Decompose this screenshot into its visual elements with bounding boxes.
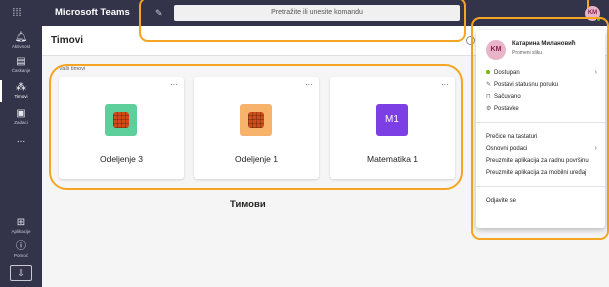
more-icon: ... <box>16 134 26 145</box>
help-icon: ⓘ <box>16 241 26 252</box>
bookmark-icon: ⊓ <box>486 94 491 100</box>
divider <box>476 122 605 123</box>
settings-item[interactable]: ⚙ Postavke <box>486 105 519 113</box>
profile-menu: KM Катарина Милановић Promeni sliku Dost… <box>476 30 605 228</box>
download-mobile-item[interactable]: Preuzmite aplikacija za mobilni uređaj <box>486 169 586 177</box>
highlight-teams <box>49 64 463 190</box>
profile-name: Катарина Милановић <box>512 41 576 47</box>
available-status-icon <box>486 70 490 75</box>
status-item[interactable]: Dostupan <box>486 69 520 77</box>
change-photo-link[interactable]: Promeni sliku <box>512 50 542 56</box>
bell-icon: 🔔︎ <box>14 32 28 43</box>
edit-status-icon: ✎ <box>486 82 492 88</box>
rail-label: Pomoć <box>13 253 28 258</box>
chevron-right-icon: › <box>594 145 597 152</box>
highlight-pointer <box>587 0 589 8</box>
about-item[interactable]: Osnovni podaci <box>486 145 527 153</box>
app-launcher-icon[interactable]: ⁞⁞⁞ <box>10 6 24 20</box>
rail-item-chat[interactable]: ▤ Ćaskanje <box>0 56 42 74</box>
profile-menu-avatar[interactable]: KM <box>486 40 506 60</box>
teams-screen: ⁞⁞⁞ Microsoft Teams ✎ Pretražite ili une… <box>0 0 609 287</box>
rail-item-apps[interactable]: ⊞ Aplikacije <box>0 217 42 235</box>
settings-label: Postavke <box>494 106 519 112</box>
avatar-initials: KM <box>587 10 598 16</box>
rail-item-assignments[interactable]: ▣ Zadaci <box>0 108 42 126</box>
app-title: Microsoft Teams <box>55 7 130 18</box>
download-desktop-item[interactable]: Preuzmite aplikacija za radnu površinu <box>486 157 589 165</box>
rail-item-teams[interactable]: ⁂ Timovi <box>0 82 42 100</box>
caption: Тимови <box>230 199 266 210</box>
apps-icon: ⊞ <box>16 217 26 228</box>
rail-item-activity[interactable]: 🔔︎ Aktivnost <box>0 32 42 50</box>
rail-label: Timovi <box>14 94 28 99</box>
assignments-icon: ▣ <box>16 108 26 119</box>
rail-label: Aplikacije <box>11 229 31 234</box>
set-status-label: Postavi statusnu poruku <box>494 82 559 88</box>
keyboard-shortcuts-item[interactable]: Prečice na tastaturi <box>486 133 537 141</box>
gear-icon: ⚙ <box>486 106 492 112</box>
rail-item-more[interactable]: ... <box>0 134 42 146</box>
saved-label: Sačuvano <box>494 94 521 100</box>
rail-item-help[interactable]: ⓘ Pomoć <box>0 241 42 259</box>
sign-out-item[interactable]: Odjavite se <box>486 197 516 205</box>
download-icon[interactable]: ⇩ <box>10 265 32 281</box>
page-title: Timovi <box>51 35 84 46</box>
app-rail: 🔔︎ Aktivnost ▤ Ćaskanje ⁂ Timovi ▣ Zadac… <box>0 26 42 287</box>
rail-label: Ćaskanje <box>11 68 31 73</box>
chevron-right-icon: › <box>594 69 597 76</box>
teams-icon: ⁂ <box>16 82 26 93</box>
rail-label: Aktivnost <box>11 44 31 49</box>
chat-icon: ▤ <box>16 56 26 67</box>
rail-label: Zadaci <box>14 120 28 125</box>
highlight-search <box>139 0 466 42</box>
divider <box>476 186 605 187</box>
status-label: Dostupan <box>494 70 520 76</box>
set-status-message-item[interactable]: ✎ Postavi statusnu poruku <box>486 81 558 89</box>
saved-item[interactable]: ⊓ Sačuvano <box>486 93 521 101</box>
